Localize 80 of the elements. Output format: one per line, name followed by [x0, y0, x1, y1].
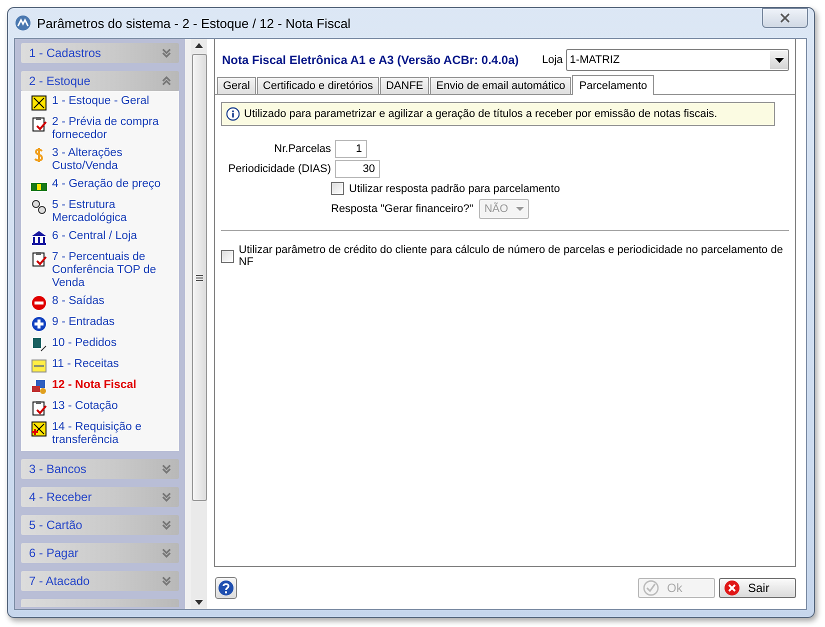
expand-chevron-icon — [162, 492, 171, 502]
group-header[interactable]: 2 - Estoque — [21, 71, 179, 91]
menu-item[interactable]: 10 - Pedidos — [52, 337, 170, 350]
close-button[interactable] — [762, 8, 808, 28]
field-label: Nr.Parcelas — [273, 143, 332, 155]
scroll-thumb[interactable] — [192, 54, 206, 501]
menu-item[interactable]: 9 - Entradas — [52, 316, 170, 329]
expand-chevron-icon — [162, 464, 171, 474]
expand-chevron-icon — [162, 48, 171, 58]
menu-item[interactable]: 4 - Geração de preço — [52, 178, 170, 191]
group-title: 7 - Atacado — [29, 574, 91, 588]
menu-item[interactable]: 12 - Nota Fiscal — [52, 379, 170, 392]
expand-chevron-icon — [162, 576, 171, 586]
expand-chevron-icon — [162, 548, 171, 558]
close-icon — [724, 580, 740, 596]
menu-item[interactable]: 11 - Receitas — [52, 358, 170, 371]
group-title: 5 - Cartão — [29, 518, 84, 532]
collapse-chevron-icon — [162, 76, 171, 86]
scrollbar[interactable] — [191, 39, 207, 609]
minus-circle-icon — [31, 295, 47, 311]
group-header[interactable]: 1 - Cadastros — [21, 43, 179, 63]
group-header[interactable]: 5 - Cartão — [21, 515, 179, 535]
group-title: 3 - Bancos — [29, 462, 88, 476]
scroll-up-icon[interactable] — [195, 43, 203, 48]
checkbox-label: Utilizar resposta padrão para parcelamento — [349, 182, 560, 194]
field-label: Periodicidade (DIAS) — [227, 163, 332, 175]
menu-item[interactable]: 8 - Saídas — [52, 295, 170, 308]
help-icon — [218, 580, 234, 596]
menu-item[interactable]: 7 - Percentuais de Conferência TOP de Venda — [52, 251, 170, 290]
bank-building-icon — [31, 230, 47, 246]
number-field[interactable]: 30 — [335, 160, 380, 178]
tab[interactable]: DANFE — [380, 77, 430, 94]
group-title: 2 - Estoque — [29, 74, 92, 88]
tab[interactable]: Geral — [217, 77, 256, 94]
store-label: Loja — [542, 54, 563, 66]
menu-item[interactable]: 1 - Estoque - Geral — [52, 95, 170, 108]
info-text: Utilizado para parametrizar e agilizar a geração de títulos a receber por emissão de notas fiscais. — [244, 108, 718, 120]
check-icon — [643, 580, 659, 596]
scroll-down-icon[interactable] — [195, 600, 203, 605]
device-icon — [31, 337, 47, 353]
menu-item[interactable]: 6 - Central / Loja — [52, 230, 170, 243]
crossed-box-icon — [31, 95, 47, 111]
dropdown-arrow-icon — [774, 58, 784, 62]
plus-circle-icon — [31, 316, 47, 332]
clipboard-check-icon — [31, 251, 47, 267]
help-button[interactable] — [215, 577, 237, 599]
tab[interactable]: Certificado e diretórios — [256, 77, 379, 94]
store-dropdown[interactable]: 1-MATRIZ — [566, 49, 789, 71]
group-header[interactable]: 4 - Receber — [21, 487, 179, 507]
exit-button[interactable]: Sair — [719, 578, 796, 598]
group-title: 6 - Pagar — [29, 546, 80, 560]
group-title: 4 - Receber — [29, 490, 93, 504]
number-field[interactable]: 1 — [335, 140, 367, 158]
checkbox-label: Utilizar parâmetro de crédito do cliente para cálculo de número de parcelas e periodicidade no parcelamento de NF — [238, 244, 784, 268]
note-icon — [31, 358, 47, 374]
grip-icon — [196, 274, 202, 280]
menu-item[interactable]: 3 - Alterações Custo/Venda — [52, 147, 170, 173]
group-header[interactable]: 3 - Bancos — [21, 459, 179, 479]
info-icon — [226, 107, 240, 121]
answer-label: Resposta "Gerar financeiro?" — [331, 203, 474, 215]
group-header[interactable]: 6 - Pagar — [21, 543, 179, 563]
panel-title: Nota Fiscal Eletrônica A1 e A3 (Versão ACBr: 0.4.0a) — [222, 53, 520, 67]
group-header[interactable]: 7 - Atacado — [21, 571, 179, 591]
clipboard-check-icon — [31, 116, 47, 132]
expand-chevron-icon — [162, 520, 171, 530]
close-icon — [780, 13, 790, 23]
window-title: Parâmetros do sistema - 2 - Estoque / 12 - Nota Fiscal — [37, 16, 352, 30]
menu-item[interactable]: 14 - Requisição e transferência — [52, 421, 170, 447]
dropdown-arrow-icon — [516, 207, 524, 211]
checkbox[interactable] — [331, 182, 344, 195]
tab[interactable]: Parcelamento — [572, 75, 654, 95]
menu-item[interactable]: 2 - Prévia de compra fornecedor — [52, 116, 170, 142]
tab[interactable]: Envio de email automático — [430, 77, 572, 94]
document-icon — [31, 400, 47, 416]
crossed-box-icon — [31, 421, 47, 437]
menu-item[interactable]: 5 - Estrutura Mercadológica — [52, 199, 170, 225]
menu-item[interactable]: 13 - Cotação — [52, 400, 170, 413]
app-logo-icon — [15, 15, 31, 31]
group-title: 1 - Cadastros — [29, 46, 102, 60]
checkbox[interactable] — [221, 250, 234, 262]
